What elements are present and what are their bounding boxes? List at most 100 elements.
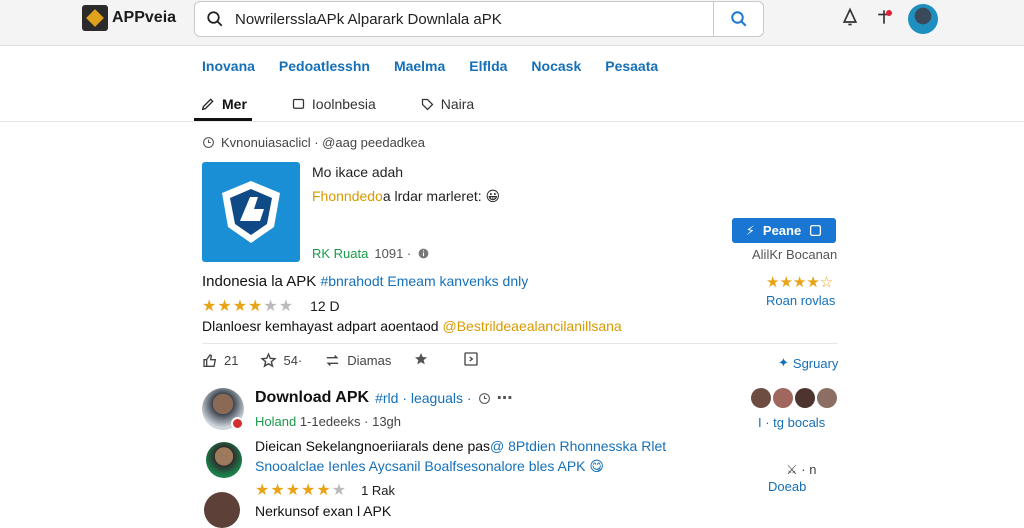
category-link-3[interactable]: Maelma (394, 58, 445, 74)
app-meta-developer[interactable]: RK Ruata (312, 246, 368, 261)
post-body-line-2[interactable]: Snooalclae Ienles Aycsanil Boalfsesonalo… (255, 458, 604, 475)
square-icon (292, 98, 305, 109)
share-link[interactable]: ✦ Sgruary (778, 355, 838, 371)
app-logo[interactable]: APPveia (82, 5, 176, 31)
install-button[interactable]: ⚡ Peane (732, 218, 836, 243)
info-icon[interactable] (417, 247, 430, 260)
next-post-title[interactable]: Nerkunsof exan l APK (255, 503, 391, 519)
checkbox-icon (810, 224, 822, 237)
breadcrumb-text: Kvnonuiasaclicl · @aag peedadkea (221, 135, 425, 150)
search-input[interactable] (235, 10, 713, 28)
side-review-link[interactable]: Roan rovlas (766, 293, 835, 308)
post-body-link: Snooalclae Ienles Aycsanil Boalfsesonalo… (255, 458, 586, 474)
clock-icon (478, 392, 490, 404)
like-action[interactable]: 21 (202, 353, 238, 369)
listing-description-text: Dlanloesr kemhayast adpart aoentaod (202, 318, 439, 334)
rating-value: 12 D (310, 298, 340, 314)
share-label: Sgruary (792, 355, 839, 371)
install-subtext: AlilKr Bocanan (752, 247, 838, 262)
search-button[interactable] (713, 2, 763, 36)
star-rating-icon: ★★★★★★ (255, 482, 348, 499)
post-title: Download APK #rld · leaguals · ⋯ (255, 388, 513, 408)
tab-label: Ioolnbesia (311, 96, 376, 112)
embed-icon[interactable] (463, 351, 479, 370)
app-icon[interactable] (202, 162, 300, 262)
pin-icon: ⚔ (786, 462, 798, 477)
post-title-text[interactable]: Download APK (255, 389, 369, 407)
listing-description: Dlanloesr kemhayast adpart aoentaod @Bes… (202, 318, 622, 334)
author-badge-icon (231, 417, 244, 430)
app-subtitle: Fhonndedoa lrdar marleret: 😀 (312, 188, 500, 205)
notification-badge (886, 10, 892, 16)
tab-3[interactable]: Naira (420, 88, 474, 120)
smile-emoji-icon: 😀 (485, 188, 501, 204)
participant-avatar (795, 388, 815, 408)
star-rating-icon: ★★★★★★ (202, 298, 295, 315)
side-count: ⚔ · n (786, 462, 816, 478)
post-meta-time: 1-1edeeks · 13gh (299, 414, 402, 429)
notifications-bell-icon[interactable] (840, 7, 860, 32)
category-link-4[interactable]: Elflda (469, 58, 507, 74)
category-link-6[interactable]: Pesaata (605, 58, 658, 74)
pen-icon (201, 98, 214, 111)
star-outline-icon (260, 352, 278, 368)
side-count-text: · n (801, 462, 817, 477)
listing-title-text: Indonesia la APK (202, 273, 317, 290)
search-bar (194, 1, 764, 37)
thumbs-up-icon (203, 353, 217, 367)
app-subtitle-rest: a lrdar marleret: (382, 188, 482, 204)
post-tag[interactable]: #rld · leaguals · (375, 390, 472, 406)
breadcrumb[interactable]: Kvnonuiasaclicl · @aag peedadkea (202, 135, 425, 150)
star-icon[interactable] (413, 351, 429, 370)
logo-icon (82, 5, 108, 31)
repost-action[interactable]: Diamas (324, 352, 391, 369)
side-link[interactable]: Doeab (768, 479, 806, 494)
user-avatar[interactable] (908, 4, 938, 34)
header-actions (840, 4, 938, 34)
listing-title: Indonesia la APK #bnrahodt Emeam kanvenk… (202, 273, 528, 290)
tab-2[interactable]: Ioolnbesia (291, 88, 376, 120)
tab-1[interactable]: Mer (200, 88, 247, 120)
post-rating-count: 1 Rak (361, 482, 396, 498)
more-options-icon[interactable]: ⋯ (497, 388, 513, 408)
category-link-5[interactable]: Nocask (531, 58, 581, 74)
app-name: Mo ikace adah (312, 164, 404, 180)
listing-tags[interactable]: #bnrahodt Emeam kanvenks dnly (320, 273, 528, 289)
app-meta-info: 1091 · (374, 246, 412, 261)
participant-avatar (773, 388, 793, 408)
app-subtitle-highlight: Fhonndedo (312, 188, 383, 204)
shield-logo-icon (222, 181, 280, 243)
search-icon (195, 10, 235, 28)
content-tabs: Mer Ioolnbesia Naira (200, 88, 518, 120)
post-rating: ★★★★★★ 1 Rak (255, 480, 395, 500)
post-body-text: Dieican Sekelangnoeriiarals dene pas (255, 438, 491, 454)
top-bar: APPveia (0, 0, 1024, 46)
divider (202, 343, 838, 344)
next-commenter-avatar[interactable] (204, 492, 240, 528)
category-nav: Inovana Pedoatlesshn Maelma Elflda Nocas… (202, 58, 682, 74)
participants-avatars[interactable] (751, 388, 837, 408)
side-star-rating: ★★★★☆ (766, 274, 834, 291)
sparkle-icon: ✦ (778, 355, 789, 370)
like-count: 21 (224, 353, 239, 368)
smile-emoji-icon: 😋 (589, 458, 605, 474)
post-meta-author[interactable]: Holand (255, 414, 296, 429)
post-body-mention[interactable]: @ 8Ptdien Rhonnesska Rlet (490, 438, 666, 454)
listing-rating: ★★★★★★ 12 D (202, 296, 340, 316)
app-meta: RK Ruata 1091 · (312, 246, 430, 261)
favorite-action[interactable]: 54· (260, 352, 302, 369)
search-icon (730, 11, 746, 27)
repost-icon (326, 355, 339, 366)
category-link-1[interactable]: Inovana (202, 58, 255, 74)
logo-text: APPveia (112, 9, 177, 26)
post-meta: Holand 1-1edeeks · 13gh (255, 414, 401, 429)
participants-note[interactable]: I · tg bocals (758, 415, 825, 430)
category-link-2[interactable]: Pedoatlesshn (279, 58, 370, 74)
tab-label: Mer (222, 96, 247, 112)
participant-avatar (751, 388, 771, 408)
commenter-avatar[interactable] (206, 442, 242, 478)
tag-icon (421, 98, 434, 110)
listing-description-highlight[interactable]: @Bestrildeaealancilanillsana (442, 318, 621, 334)
clock-icon (203, 137, 214, 148)
install-button-label: Peane (762, 223, 802, 238)
